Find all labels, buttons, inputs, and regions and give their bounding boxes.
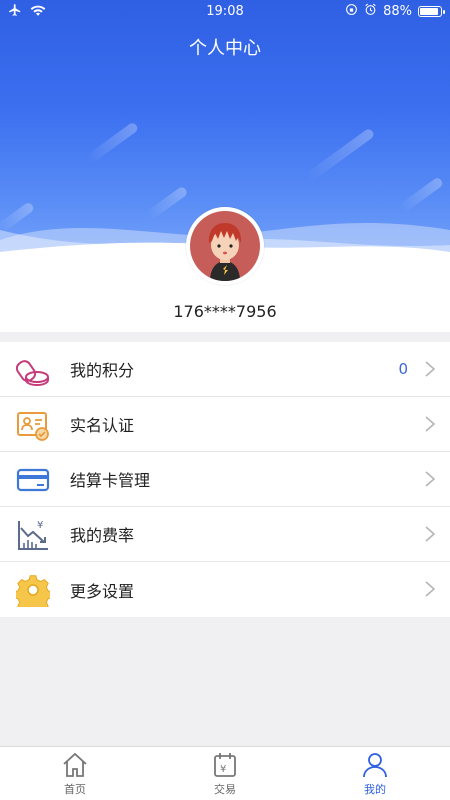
coins-icon — [15, 353, 50, 387]
profile-header: 19:08 88% 个人中心 176****7956 — [0, 0, 450, 332]
menu-item-label: 实名认证 — [70, 416, 135, 435]
avatar-image — [190, 211, 260, 281]
avatar[interactable] — [186, 207, 264, 285]
svg-text:¥: ¥ — [220, 764, 226, 775]
tab-label: 我的 — [364, 783, 386, 796]
gear-icon — [13, 573, 53, 615]
chevron-right-icon — [424, 525, 436, 543]
bank-card-icon — [16, 463, 50, 497]
svg-text:¥: ¥ — [37, 520, 43, 531]
tab-home[interactable]: 首页 — [45, 751, 105, 797]
id-card-icon — [16, 408, 50, 442]
menu-item-verification[interactable]: 实名认证 — [0, 397, 450, 452]
alarm-icon — [364, 3, 377, 20]
page-title: 个人中心 — [189, 38, 261, 59]
chevron-right-icon — [424, 580, 436, 598]
user-icon — [345, 751, 405, 779]
battery-icon — [418, 6, 445, 17]
menu-item-label: 结算卡管理 — [70, 471, 151, 490]
chevron-right-icon — [424, 415, 436, 433]
rate-chart-icon: ¥ — [16, 518, 50, 552]
user-phone: 176****7956 — [173, 302, 277, 321]
tab-mine[interactable]: 我的 — [345, 751, 405, 797]
chevron-right-icon — [424, 470, 436, 488]
menu-item-label: 我的费率 — [70, 526, 135, 545]
rotation-lock-icon — [345, 3, 358, 20]
menu-item-label: 我的积分 — [70, 361, 135, 380]
battery-percent: 88% — [383, 4, 412, 19]
menu-item-bank-card[interactable]: 结算卡管理 — [0, 452, 450, 507]
points-value: 0 — [398, 360, 408, 378]
status-bar: 19:08 88% — [0, 0, 450, 24]
calendar-yen-icon: ¥ — [195, 751, 255, 779]
tab-label: 交易 — [214, 783, 236, 796]
tab-label: 首页 — [64, 783, 86, 796]
menu-item-points[interactable]: 我的积分 0 — [0, 342, 450, 397]
menu-item-label: 更多设置 — [70, 581, 135, 601]
bottom-tab-bar: 首页 ¥ 交易 我的 — [0, 746, 450, 800]
home-icon — [45, 751, 105, 779]
chevron-right-icon — [424, 360, 436, 378]
menu-item-rate[interactable]: ¥ 我的费率 — [0, 507, 450, 562]
tab-transactions[interactable]: ¥ 交易 — [195, 751, 255, 797]
settings-menu: 我的积分 0 实名认证 结算卡管理 ¥ 我的费率 更多设置 — [0, 342, 450, 617]
menu-item-more-settings[interactable]: 更多设置 — [0, 562, 450, 617]
